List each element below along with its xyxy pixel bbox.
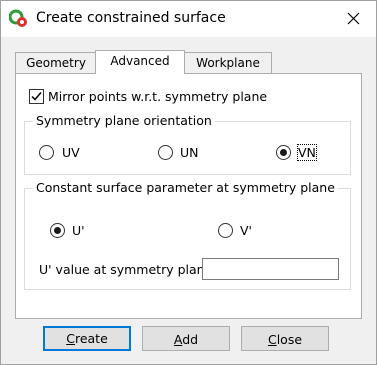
radio-selected-dot	[54, 227, 61, 234]
add-button-mnemonic: A	[173, 332, 183, 347]
tab-workplane-label: Workplane	[196, 56, 260, 70]
close-button[interactable]: Close	[241, 326, 329, 351]
add-button-label: dd	[182, 332, 199, 347]
title-bar: Create constrained surface	[1, 1, 376, 37]
radio-selected-dot	[280, 149, 287, 156]
tab-advanced-label: Advanced	[110, 54, 170, 68]
u-value-input[interactable]	[202, 258, 339, 280]
constant-parameter-group: Constant surface parameter at symmetry p…	[24, 180, 351, 290]
u-value-label: U' value at symmetry plane	[39, 262, 213, 277]
close-button-mnemonic: C	[267, 332, 277, 347]
orientation-group-title: Symmetry plane orientation	[33, 113, 215, 128]
radio-vn-label[interactable]: VN	[297, 144, 317, 161]
radio-un-label[interactable]: UN	[180, 145, 199, 160]
radio-uv-label[interactable]: UV	[62, 145, 80, 160]
tab-geometry-label: Geometry	[26, 56, 86, 70]
add-button[interactable]: Add	[142, 326, 230, 351]
radio-v-prime[interactable]	[218, 223, 233, 238]
window-title: Create constrained surface	[36, 10, 226, 26]
checkmark-icon	[31, 92, 42, 101]
radio-un[interactable]	[158, 145, 173, 160]
create-button-label: reate	[74, 331, 108, 346]
radio-uv[interactable]	[39, 145, 54, 160]
dialog-window: Create constrained surface Geometry Adva…	[0, 0, 377, 365]
orientation-group: Symmetry plane orientation UV UN VN	[24, 113, 351, 175]
radio-u-prime[interactable]	[50, 223, 65, 238]
tab-workplane[interactable]: Workplane	[184, 52, 272, 73]
app-icon	[8, 9, 29, 29]
window-close-button[interactable]	[339, 7, 369, 31]
radio-vn[interactable]	[276, 145, 291, 160]
close-button-label: lose	[276, 332, 303, 347]
tab-advanced[interactable]: Advanced	[95, 50, 185, 74]
mirror-checkbox-label[interactable]: Mirror points w.r.t. symmetry plane	[48, 89, 267, 104]
constant-parameter-group-title: Constant surface parameter at symmetry p…	[33, 180, 338, 195]
radio-v-prime-label[interactable]: V'	[240, 223, 252, 238]
tab-strip: Geometry Advanced Workplane	[1, 50, 376, 74]
create-button-mnemonic: C	[66, 331, 75, 346]
radio-u-prime-label[interactable]: U'	[72, 223, 85, 238]
close-icon	[347, 12, 360, 25]
mirror-checkbox[interactable]	[29, 89, 44, 104]
tab-geometry[interactable]: Geometry	[15, 52, 97, 73]
advanced-panel: Mirror points w.r.t. symmetry plane Symm…	[15, 73, 362, 319]
create-button[interactable]: Create	[43, 326, 131, 351]
